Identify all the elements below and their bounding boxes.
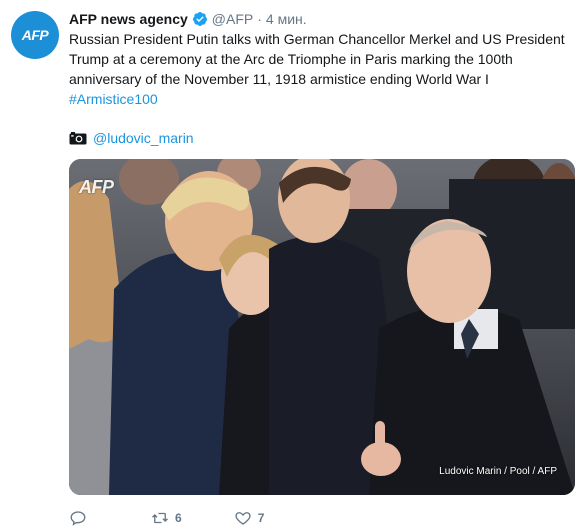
photo-credit: Ludovic Marin / Pool / AFP — [439, 466, 557, 477]
author-name[interactable]: AFP news agency — [69, 11, 188, 27]
tweet-body: Russian President Putin talks with Germa… — [69, 31, 565, 87]
camera-icon — [69, 132, 87, 145]
author-handle[interactable]: @AFP — [212, 11, 253, 27]
tweet-timestamp[interactable]: 4 мин. — [266, 11, 307, 27]
hashtag-link[interactable]: #Armistice100 — [69, 89, 569, 109]
photo-credit-line: @ludovic_marin — [69, 128, 194, 148]
like-count: 7 — [257, 511, 265, 525]
tweet-photo[interactable]: AFP Ludovic Marin / Pool / AFP — [69, 159, 575, 495]
like-button[interactable]: 7 — [234, 509, 265, 527]
retweet-button[interactable]: 6 — [151, 509, 182, 527]
afp-logo: AFP — [21, 27, 49, 43]
author-avatar[interactable]: AFP — [11, 11, 59, 59]
verified-badge-icon — [192, 12, 207, 26]
heart-icon — [235, 512, 251, 525]
separator-dot: · — [257, 11, 262, 27]
retweet-count: 6 — [175, 511, 182, 525]
tweet-actions: 6 7 — [69, 506, 264, 529]
retweet-icon — [152, 512, 168, 524]
tweet-header: AFP news agency @AFP · 4 мин. — [69, 9, 307, 29]
afp-watermark: AFP — [79, 177, 114, 197]
photo-image — [69, 159, 575, 495]
reply-button[interactable] — [69, 509, 93, 527]
tweet-text: Russian President Putin talks with Germa… — [69, 29, 569, 109]
reply-icon — [70, 511, 86, 526]
photographer-mention[interactable]: @ludovic_marin — [93, 130, 194, 146]
